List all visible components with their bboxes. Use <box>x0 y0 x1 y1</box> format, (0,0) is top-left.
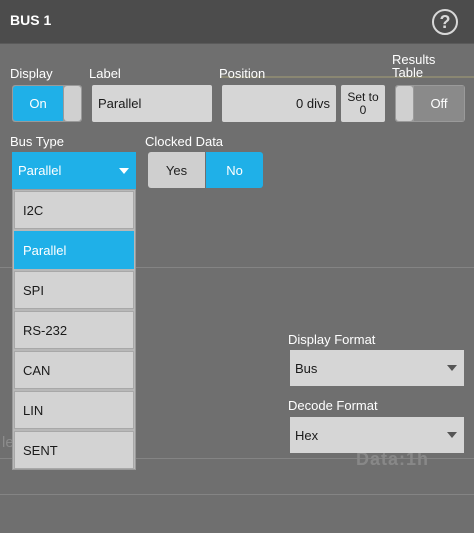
position-input[interactable]: 0 divs <box>222 85 336 122</box>
label-label: Label <box>89 66 121 81</box>
display-label: Display <box>10 66 53 81</box>
display-format-select[interactable]: Bus <box>290 350 464 386</box>
title-bar <box>0 0 474 44</box>
clocked-data-label: Clocked Data <box>145 134 224 149</box>
dropdown-option-lin[interactable]: LIN <box>14 391 134 429</box>
dropdown-option-i2c[interactable]: I2C <box>14 191 134 229</box>
bus-type-select[interactable]: Parallel <box>12 152 136 189</box>
chevron-down-icon <box>447 365 457 371</box>
decode-format-select[interactable]: Hex <box>290 417 464 453</box>
bus-type-dropdown: I2C Parallel SPI RS-232 CAN LIN SENT <box>12 189 136 470</box>
bus-type-selected: Parallel <box>18 163 62 178</box>
chevron-down-icon <box>447 432 457 438</box>
position-label: Position <box>219 66 266 81</box>
grid-line <box>0 494 474 495</box>
dropdown-option-spi[interactable]: SPI <box>14 271 134 309</box>
display-on-state: On <box>13 86 63 121</box>
toggle-knob <box>396 86 413 121</box>
window-title: BUS 1 <box>10 12 52 28</box>
dropdown-option-rs232[interactable]: RS-232 <box>14 311 134 349</box>
display-format-label: Display Format <box>288 332 376 347</box>
dropdown-option-sent[interactable]: SENT <box>14 431 134 469</box>
bus-type-label: Bus Type <box>10 134 64 149</box>
dropdown-option-parallel[interactable]: Parallel <box>14 231 134 269</box>
display-format-value: Bus <box>295 360 318 376</box>
clocked-data-no-button[interactable]: No <box>206 152 263 188</box>
results-table-label: Results Table <box>392 52 436 80</box>
dropdown-option-can[interactable]: CAN <box>14 351 134 389</box>
help-icon[interactable]: ? <box>432 9 458 35</box>
decode-format-label: Decode Format <box>288 398 378 413</box>
toggle-knob <box>64 86 81 121</box>
clocked-data-yes-button[interactable]: Yes <box>148 152 205 188</box>
results-table-toggle[interactable]: Off <box>395 85 465 122</box>
display-toggle[interactable]: On <box>12 85 82 122</box>
chevron-down-icon <box>119 168 129 174</box>
results-off-state: Off <box>414 86 464 121</box>
label-input[interactable]: Parallel <box>92 85 212 122</box>
set-to-zero-button[interactable]: Set to 0 <box>341 85 385 122</box>
decode-format-value: Hex <box>295 427 319 443</box>
